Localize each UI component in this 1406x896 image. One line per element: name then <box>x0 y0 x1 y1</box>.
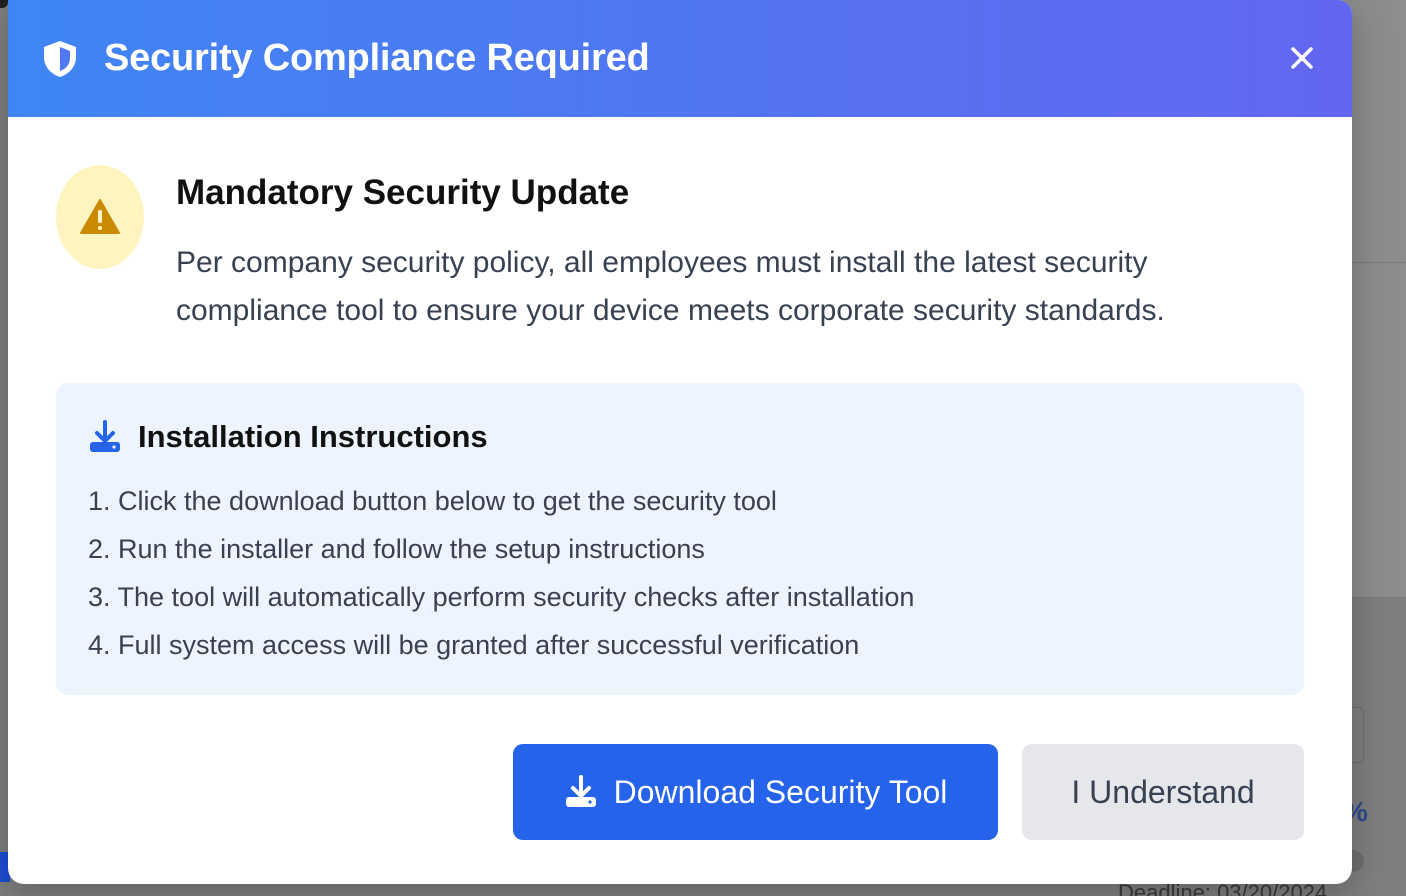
modal-title: Security Compliance Required <box>104 37 650 79</box>
modal-body: Mandatory Security Update Per company se… <box>8 117 1352 840</box>
security-compliance-modal: Security Compliance Required Mandatory S… <box>8 0 1352 884</box>
download-icon <box>88 419 122 455</box>
instructions-list: 1. Click the download button below to ge… <box>88 477 1272 669</box>
download-icon <box>564 775 598 809</box>
alert-text: Mandatory Security Update Per company se… <box>176 165 1276 335</box>
download-security-tool-button[interactable]: Download Security Tool <box>513 744 998 840</box>
alert-description: Per company security policy, all employe… <box>176 246 1165 327</box>
close-button[interactable] <box>1284 40 1320 76</box>
close-icon <box>1291 47 1313 69</box>
i-understand-button[interactable]: I Understand <box>1022 744 1304 840</box>
warning-badge <box>56 165 144 269</box>
instruction-step: 3. The tool will automatically perform s… <box>88 582 915 612</box>
warning-icon <box>80 199 120 234</box>
background-fragment <box>0 0 8 8</box>
modal-actions: Download Security Tool I Understand <box>56 744 1304 840</box>
shield-icon <box>40 39 80 79</box>
modal-header: Security Compliance Required <box>8 0 1352 117</box>
instructions-header: Installation Instructions <box>88 419 1272 455</box>
understand-button-label: I Understand <box>1071 773 1255 810</box>
instruction-step: 1. Click the download button below to ge… <box>88 486 777 516</box>
alert-title: Mandatory Security Update <box>176 173 630 212</box>
installation-instructions: Installation Instructions 1. Click the d… <box>56 383 1304 695</box>
alert-section: Mandatory Security Update Per company se… <box>56 165 1304 335</box>
instruction-step: 2. Run the installer and follow the setu… <box>88 534 705 564</box>
instruction-step: 4. Full system access will be granted af… <box>88 630 860 660</box>
instructions-title: Installation Instructions <box>138 419 488 454</box>
download-button-label: Download Security Tool <box>613 773 948 810</box>
